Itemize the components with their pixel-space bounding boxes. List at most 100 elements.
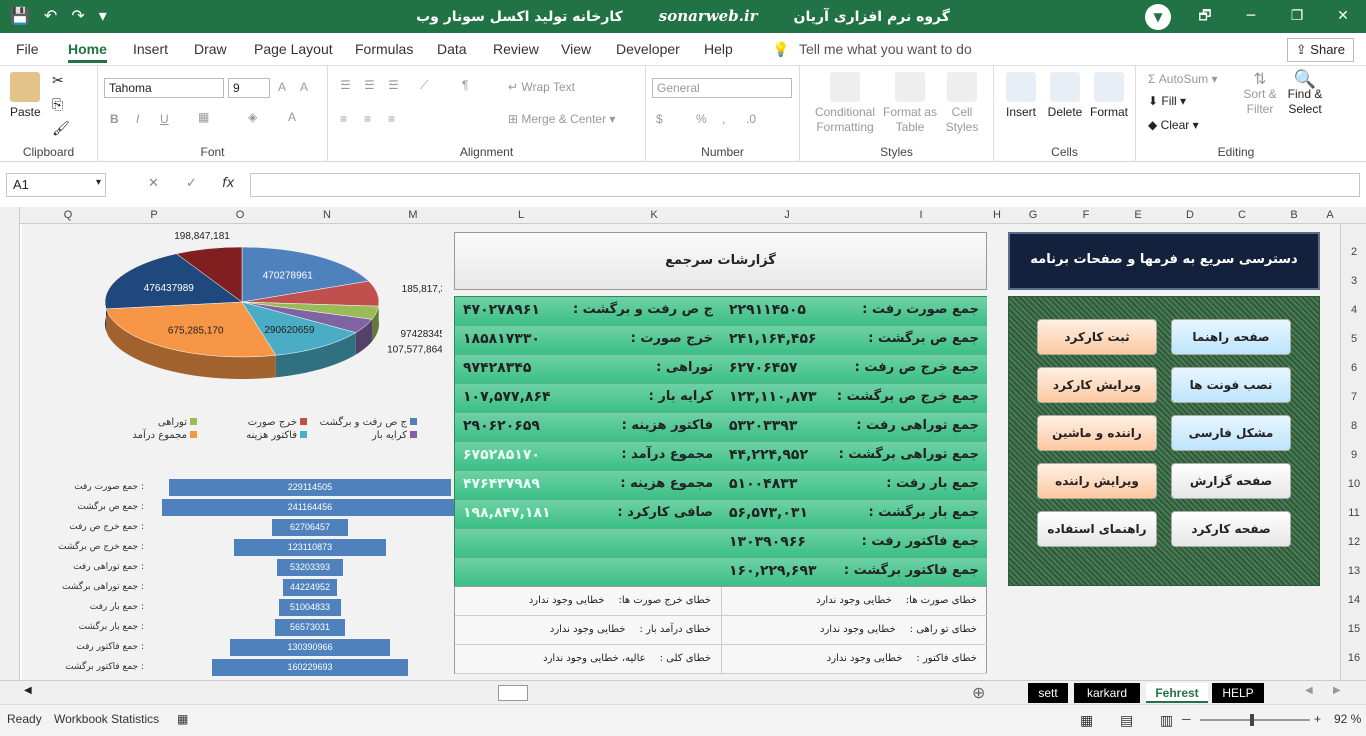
find-select-button[interactable]: 🔍 Find & Select	[1282, 70, 1328, 117]
tab-review[interactable]: Review	[493, 41, 539, 57]
quick-access-button[interactable]: راننده و ماشین	[1037, 415, 1157, 451]
row-header[interactable]: 10	[1341, 478, 1366, 490]
rtl-icon[interactable]: ¶	[462, 78, 468, 92]
sheet-tab-fehrest[interactable]: Fehrest	[1146, 683, 1208, 703]
scroll-left-icon[interactable]: ◀	[24, 685, 32, 696]
formula-input[interactable]	[250, 173, 1360, 197]
decrease-font-icon[interactable]: A	[300, 80, 308, 94]
zoom-level[interactable]: 92 %	[1334, 712, 1361, 726]
sheet-tab-sett[interactable]: sett	[1028, 683, 1068, 703]
cell-styles-button[interactable]: Cell Styles	[940, 72, 984, 135]
wrap-text-button[interactable]: ↵ Wrap Text	[508, 80, 575, 94]
paste-button[interactable]: Paste	[10, 72, 41, 119]
close-icon[interactable]: ✕	[1320, 0, 1366, 33]
accessibility-icon[interactable]: ▦	[177, 712, 188, 726]
column-header[interactable]: K	[648, 209, 660, 221]
decimal-icon[interactable]: .0	[746, 112, 756, 126]
row-header[interactable]: 2	[1341, 246, 1366, 258]
tab-home[interactable]: Home	[68, 41, 107, 63]
column-header[interactable]: B	[1288, 209, 1300, 221]
column-header[interactable]: J	[781, 209, 793, 221]
quick-access-button[interactable]: نصب فونت ها	[1171, 367, 1291, 403]
insert-function-icon[interactable]: fx	[222, 176, 234, 191]
row-header[interactable]: 13	[1341, 565, 1366, 577]
align-center-icon[interactable]: ≡	[364, 112, 371, 126]
scroll-right-small-icon[interactable]: ▶	[1333, 685, 1341, 696]
font-name-select[interactable]: Tahoma	[104, 78, 224, 98]
zoom-in-icon[interactable]: +	[1314, 712, 1321, 726]
italic-button[interactable]: I	[136, 112, 139, 126]
column-header[interactable]: C	[1236, 209, 1248, 221]
column-header[interactable]: E	[1132, 209, 1144, 221]
tab-file[interactable]: File	[16, 41, 39, 57]
format-cells-button[interactable]: Format	[1088, 72, 1130, 119]
quick-access-button[interactable]: صفحه راهنما	[1171, 319, 1291, 355]
scroll-left-small-icon[interactable]: ◀	[1305, 685, 1313, 696]
sheet-tab-help[interactable]: HELP	[1212, 683, 1264, 703]
autosum-button[interactable]: Σ AutoSum ▾	[1148, 72, 1217, 86]
quick-access-button[interactable]: ثبت کارکرد	[1037, 319, 1157, 355]
tab-help[interactable]: Help	[704, 41, 733, 57]
page-layout-view-icon[interactable]: ▤	[1120, 712, 1133, 729]
column-header[interactable]: Q	[62, 209, 74, 221]
ribbon-display-icon[interactable]: 🗗	[1182, 0, 1228, 33]
underline-button[interactable]: U	[160, 112, 169, 126]
tab-view[interactable]: View	[561, 41, 591, 57]
row-header[interactable]: 8	[1341, 420, 1366, 432]
row-header[interactable]: 9	[1341, 449, 1366, 461]
row-header[interactable]: 12	[1341, 536, 1366, 548]
format-painter-icon[interactable]: 🖌	[52, 120, 70, 137]
clear-button[interactable]: ◆ Clear ▾	[1148, 118, 1199, 132]
quick-access-button[interactable]: ویرایش کارکرد	[1037, 367, 1157, 403]
align-top-icon[interactable]: ☰	[340, 78, 351, 92]
zoom-slider-thumb[interactable]	[1250, 714, 1254, 726]
cancel-formula-icon[interactable]: ✕	[148, 176, 159, 191]
insert-cells-button[interactable]: Insert	[1000, 72, 1042, 119]
row-header[interactable]: 14	[1341, 594, 1366, 606]
align-right-icon[interactable]: ≡	[388, 112, 395, 126]
column-header[interactable]: H	[991, 209, 1003, 221]
enter-formula-icon[interactable]: ✓	[186, 176, 197, 191]
zoom-slider[interactable]	[1200, 714, 1310, 726]
page-break-view-icon[interactable]: ▥	[1160, 712, 1173, 729]
column-header[interactable]: D	[1184, 209, 1196, 221]
column-header[interactable]: M	[407, 209, 419, 221]
quick-access-button[interactable]: راهنمای استفاده	[1037, 511, 1157, 547]
quick-access-button[interactable]: صفحه گزارش	[1171, 463, 1291, 499]
column-header[interactable]: P	[148, 209, 160, 221]
row-header[interactable]: 6	[1341, 362, 1366, 374]
tab-developer[interactable]: Developer	[616, 41, 680, 57]
fill-button[interactable]: ⬇ Fill ▾	[1148, 94, 1186, 108]
borders-icon[interactable]: ▦	[198, 110, 209, 124]
tab-formulas[interactable]: Formulas	[355, 41, 413, 57]
column-header[interactable]: A	[1324, 209, 1336, 221]
column-header[interactable]: F	[1080, 209, 1092, 221]
number-format-select[interactable]: General	[652, 78, 792, 98]
percent-icon[interactable]: %	[696, 112, 707, 126]
sheet-tab-karkard[interactable]: karkard	[1074, 683, 1140, 703]
currency-icon[interactable]: $	[656, 112, 663, 126]
increase-font-icon[interactable]: A	[278, 80, 286, 94]
quick-access-button[interactable]: ویرایش راننده	[1037, 463, 1157, 499]
workbook-statistics[interactable]: Workbook Statistics	[54, 712, 159, 726]
cut-icon[interactable]: ✂	[52, 72, 64, 89]
font-size-select[interactable]: 9	[228, 78, 270, 98]
row-header[interactable]: 16	[1341, 652, 1366, 664]
restore-icon[interactable]: ❐	[1274, 0, 1320, 33]
name-box[interactable]: A1 ▾	[6, 173, 106, 197]
row-header[interactable]: 5	[1341, 333, 1366, 345]
worksheet[interactable]: 470278961 185,817,330 97428345 107,577,864 2…	[22, 224, 1340, 680]
align-middle-icon[interactable]: ☰	[364, 78, 375, 92]
merge-center-button[interactable]: ⊞ Merge & Center ▾	[508, 112, 615, 126]
new-sheet-icon[interactable]: ⊕	[972, 683, 985, 702]
normal-view-icon[interactable]: ▦	[1080, 712, 1093, 729]
tab-data[interactable]: Data	[437, 41, 467, 57]
align-left-icon[interactable]: ≡	[340, 112, 347, 126]
tab-page-layout[interactable]: Page Layout	[254, 41, 333, 57]
column-header[interactable]: I	[915, 209, 927, 221]
row-header[interactable]: 7	[1341, 391, 1366, 403]
horizontal-scroll-thumb[interactable]	[498, 685, 528, 701]
row-header[interactable]: 4	[1341, 304, 1366, 316]
column-header[interactable]: L	[515, 209, 527, 221]
row-header[interactable]: 11	[1341, 507, 1366, 519]
